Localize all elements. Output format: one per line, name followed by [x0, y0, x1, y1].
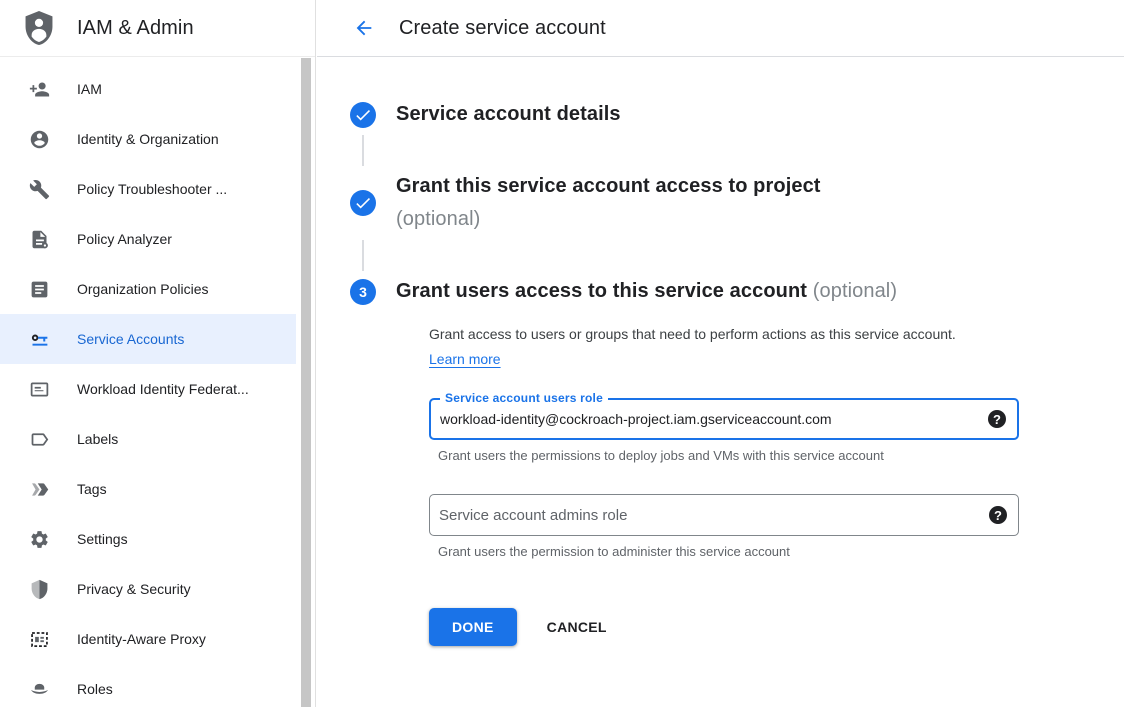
sidebar-item-label: Organization Policies: [77, 281, 209, 297]
sidebar-item-labels[interactable]: Labels: [0, 414, 296, 464]
proxy-icon: [28, 628, 50, 650]
step-3-optional-text: (optional): [813, 280, 897, 302]
sidebar-item-tags[interactable]: Tags: [0, 464, 296, 514]
identity-card-icon: [28, 378, 50, 400]
topbar: Create service account: [317, 0, 1124, 57]
shield-icon: [28, 578, 50, 600]
sidebar-item-organization-policies[interactable]: Organization Policies: [0, 264, 296, 314]
step-2-title: Grant this service account access to pro…: [396, 170, 821, 236]
page-title: Create service account: [399, 17, 606, 40]
sidebar: IAM & Admin IAM Identity & Organization …: [0, 0, 316, 707]
sidebar-nav: IAM Identity & Organization Policy Troub…: [0, 57, 296, 707]
roles-hat-icon: [28, 678, 50, 700]
sidebar-item-label: Tags: [77, 481, 107, 497]
sidebar-item-label: Policy Troubleshooter ...: [77, 181, 227, 197]
step-complete-check-icon: [350, 102, 376, 128]
sidebar-item-policy-troubleshooter[interactable]: Policy Troubleshooter ...: [0, 164, 296, 214]
iam-shield-person-icon: [22, 9, 56, 47]
identity-person-icon: [28, 128, 50, 150]
wrench-icon: [28, 178, 50, 200]
sidebar-item-workload-identity-federat[interactable]: Workload Identity Federat...: [0, 364, 296, 414]
learn-more-link[interactable]: Learn more: [429, 351, 501, 367]
step-1-header[interactable]: Service account details: [350, 98, 1124, 131]
sidebar-item-roles[interactable]: Roles: [0, 664, 296, 707]
sidebar-item-identity-aware-proxy[interactable]: Identity-Aware Proxy: [0, 614, 296, 664]
sidebar-item-label: Privacy & Security: [77, 581, 191, 597]
sidebar-item-privacy-security[interactable]: Privacy & Security: [0, 564, 296, 614]
step-3-description-text: Grant access to users or groups that nee…: [429, 326, 956, 342]
sidebar-item-iam[interactable]: IAM: [0, 64, 296, 114]
action-buttons: DONE CANCEL: [429, 608, 1124, 646]
policy-analyzer-icon: [28, 228, 50, 250]
admins-role-input[interactable]: [430, 495, 989, 535]
step-connector: [362, 240, 364, 271]
users-role-input[interactable]: [431, 400, 988, 438]
service-account-key-icon: [28, 328, 50, 350]
step-3-optional-label: (optional): [813, 280, 897, 302]
sidebar-item-label: Settings: [77, 531, 128, 547]
users-role-helper-text: Grant users the permissions to deploy jo…: [438, 448, 1124, 463]
step-3-body: Grant access to users or groups that nee…: [429, 322, 1124, 646]
step-3-header[interactable]: 3 Grant users access to this service acc…: [350, 275, 1124, 308]
step-3-title-text: Grant users access to this service accou…: [396, 280, 807, 302]
label-outline-icon: [28, 428, 50, 450]
main-panel: Create service account Service account d…: [317, 0, 1124, 707]
sidebar-item-service-accounts[interactable]: Service Accounts: [0, 314, 296, 364]
done-button[interactable]: DONE: [429, 608, 517, 646]
sidebar-item-label: Workload Identity Federat...: [77, 381, 249, 397]
person-add-icon: [28, 78, 50, 100]
step-2-optional-label: (optional): [396, 203, 821, 236]
sidebar-item-label: Roles: [77, 681, 113, 697]
help-icon[interactable]: ?: [988, 410, 1006, 428]
back-arrow-icon[interactable]: [353, 16, 377, 40]
sidebar-header: IAM & Admin: [0, 0, 315, 57]
wizard-content: Service account details Grant this servi…: [317, 57, 1124, 646]
help-icon[interactable]: ?: [989, 506, 1007, 524]
step-3-number-badge: 3: [350, 279, 376, 305]
sidebar-item-settings[interactable]: Settings: [0, 514, 296, 564]
sidebar-item-identity-organization[interactable]: Identity & Organization: [0, 114, 296, 164]
sidebar-title: IAM & Admin: [77, 17, 194, 40]
step-2-header[interactable]: Grant this service account access to pro…: [350, 170, 1124, 236]
gear-icon: [28, 528, 50, 550]
sidebar-item-label: Service Accounts: [77, 331, 184, 347]
step-complete-check-icon: [350, 190, 376, 216]
document-lines-icon: [28, 278, 50, 300]
step-connector: [362, 135, 364, 166]
sidebar-item-label: IAM: [77, 81, 102, 97]
service-account-users-role-field: Service account users role ?: [429, 398, 1019, 440]
step-1-title: Service account details: [396, 98, 621, 131]
sidebar-item-label: Identity-Aware Proxy: [77, 631, 206, 647]
step-3-title: Grant users access to this service accou…: [396, 275, 897, 308]
sidebar-item-label: Identity & Organization: [77, 131, 219, 147]
step-2-title-text: Grant this service account access to pro…: [396, 175, 821, 197]
sidebar-scrollbar[interactable]: [301, 58, 311, 707]
admins-role-helper-text: Grant users the permission to administer…: [438, 544, 1124, 559]
sidebar-item-policy-analyzer[interactable]: Policy Analyzer: [0, 214, 296, 264]
tag-filled-icon: [28, 478, 50, 500]
sidebar-item-label: Labels: [77, 431, 118, 447]
cancel-button[interactable]: CANCEL: [547, 619, 607, 635]
service-account-admins-role-field: ?: [429, 494, 1019, 536]
users-role-field-label: Service account users role: [440, 391, 608, 405]
step-3-description: Grant access to users or groups that nee…: [429, 322, 989, 372]
sidebar-item-label: Policy Analyzer: [77, 231, 172, 247]
